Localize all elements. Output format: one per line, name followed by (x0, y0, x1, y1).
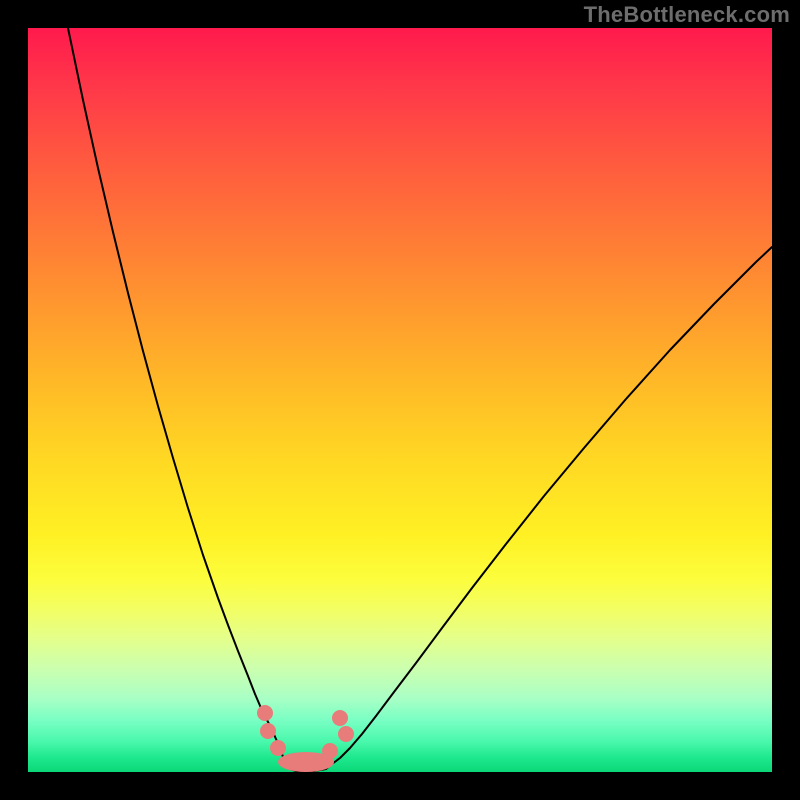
left-mid-dot (260, 723, 276, 739)
right-upper-dot (332, 710, 348, 726)
chart-frame: TheBottleneck.com (0, 0, 800, 800)
left-upper-dot (257, 705, 273, 721)
right-lower-dot (322, 743, 338, 759)
watermark-text: TheBottleneck.com (584, 2, 790, 28)
plot-area (28, 28, 772, 772)
left-lower-dot (270, 740, 286, 756)
bottleneck-curve (68, 28, 772, 772)
right-mid-dot (338, 726, 354, 742)
curve-layer (28, 28, 772, 772)
